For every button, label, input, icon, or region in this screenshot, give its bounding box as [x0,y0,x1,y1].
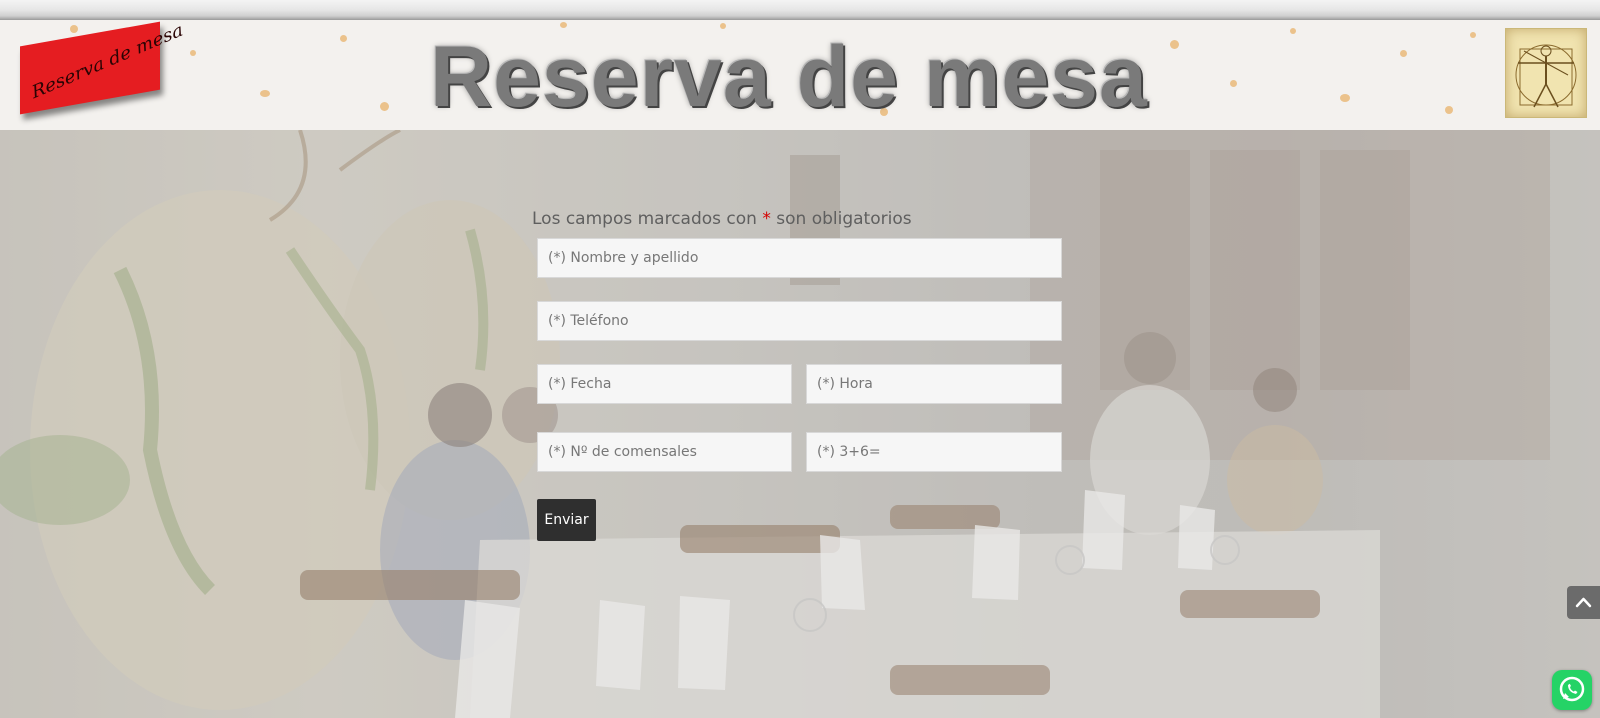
page-title: Reserva de mesa [430,29,1148,125]
required-note-suffix: son obligatorios [776,209,912,229]
phone-input[interactable]: (*) Teléfono [537,301,1062,341]
required-note-prefix: Los campos marcados con [532,209,757,229]
header-banner: Reserva de mesa Reserva de mesa [0,20,1600,130]
name-input[interactable]: (*) Nombre y apellido [537,238,1062,278]
chevron-up-icon [1575,597,1592,608]
reservation-sign-logo: Reserva de mesa [20,20,185,115]
vitruvian-man-image [1505,28,1587,118]
captcha-input[interactable]: (*) 3+6= [806,432,1062,472]
guests-input[interactable]: (*) Nº de comensales [537,432,792,472]
top-bar [0,0,1600,20]
required-fields-note: Los campos marcados con * son obligatori… [532,209,912,229]
submit-button[interactable]: Enviar [537,499,596,541]
whatsapp-chat-button[interactable] [1552,670,1592,710]
time-input[interactable]: (*) Hora [806,364,1062,404]
whatsapp-icon [1559,676,1585,702]
sign-text: Reserva de mesa [29,20,186,104]
scroll-to-top-button[interactable] [1567,586,1600,619]
date-input[interactable]: (*) Fecha [537,364,792,404]
reservation-section: Los campos marcados con * son obligatori… [0,130,1600,718]
required-asterisk: * [762,209,771,229]
